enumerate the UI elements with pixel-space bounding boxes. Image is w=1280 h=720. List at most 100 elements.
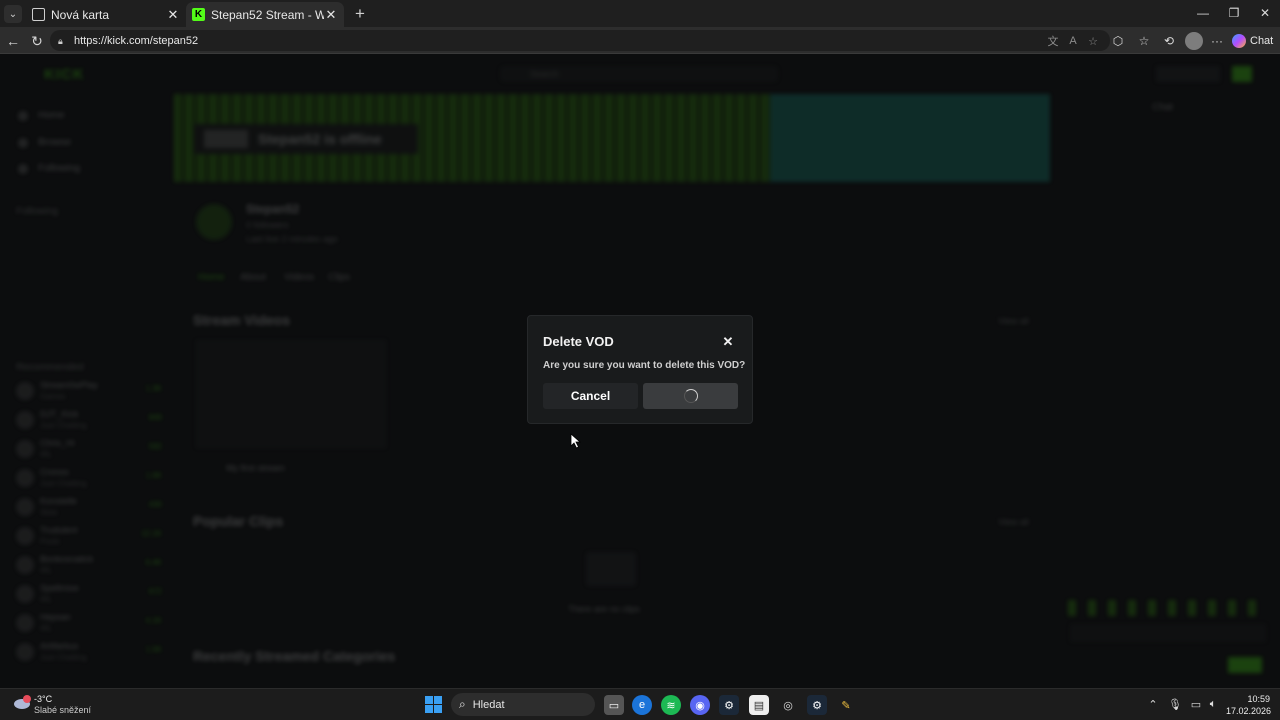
chat-emote-bar[interactable] bbox=[1068, 600, 1268, 616]
sidebar-channel-row[interactable]: Spellmixe IRL 672 bbox=[16, 583, 164, 607]
clock-time[interactable]: 10:59 bbox=[1240, 694, 1270, 704]
sidebar-channel-row[interactable]: Artifarbus Just Chatting 1.5K bbox=[16, 641, 164, 665]
view-all-videos-link[interactable]: View all bbox=[998, 316, 1029, 326]
kick-favicon-icon: K bbox=[192, 8, 205, 21]
browser-toolbar: ← ↻ 🔒︎ https://kick.com/stepan52 文 A ☆ ⬡… bbox=[0, 27, 1280, 54]
weather-temperature: -3°C bbox=[34, 694, 53, 704]
steam-icon[interactable]: ⚙ bbox=[719, 695, 739, 715]
vod-thumbnail[interactable] bbox=[196, 340, 386, 448]
sidebar-channel-row[interactable]: Konstelle Slots 430 bbox=[16, 496, 164, 520]
login-button[interactable] bbox=[1156, 66, 1220, 82]
sidebar-channel-row[interactable]: Cronos Just Chatting 1.6K bbox=[16, 467, 164, 491]
banner-art-right bbox=[770, 94, 1050, 182]
pen-tool-icon[interactable]: ✎ bbox=[836, 695, 856, 715]
close-tab-icon[interactable]: ✕ bbox=[166, 7, 180, 22]
following-header: Following bbox=[16, 206, 59, 217]
vod-title[interactable]: My first stream bbox=[226, 463, 285, 473]
close-tab-icon[interactable]: ✕ bbox=[324, 7, 338, 22]
delete-vod-dialog: Delete VOD ✕ Are you sure you want to de… bbox=[527, 315, 753, 424]
empty-clips-icon bbox=[586, 552, 636, 586]
url-text: https://kick.com/stepan52 bbox=[74, 34, 199, 47]
close-icon[interactable]: ✕ bbox=[720, 334, 736, 350]
channel-category: Slots bbox=[40, 508, 58, 517]
channel-name: Konstelle bbox=[40, 496, 78, 506]
steam-app-icon[interactable]: ⚙ bbox=[807, 695, 827, 715]
browser-tab-bar: ⌄ Nová karta ✕ K Stepan52 Stream - Watch… bbox=[0, 0, 1280, 27]
close-window-icon[interactable]: ✕ bbox=[1250, 4, 1280, 22]
sidebar-item-following[interactable]: Following bbox=[38, 163, 80, 174]
chat-message-input[interactable] bbox=[1070, 624, 1266, 642]
show-hidden-icons-chevron-up-icon[interactable]: ⌃ bbox=[1146, 697, 1160, 711]
more-options-icon[interactable]: ··· bbox=[1208, 32, 1226, 50]
channel-category: IRL bbox=[40, 595, 53, 604]
avatar bbox=[16, 469, 34, 487]
sidebar-channel-row[interactable]: DJT_Kick Just Chatting 849 bbox=[16, 409, 164, 433]
notepad-icon[interactable]: ▤ bbox=[749, 695, 769, 715]
history-icon[interactable]: ⟲ bbox=[1160, 32, 1178, 50]
stream-videos-title: Stream Videos bbox=[193, 312, 291, 328]
clock-date[interactable]: 17.02.2026 bbox=[1226, 706, 1271, 716]
channel-category: Just Chatting bbox=[40, 653, 87, 662]
copilot-icon bbox=[1232, 34, 1246, 48]
tab-actions-menu-icon[interactable]: ⌄ bbox=[4, 5, 22, 23]
back-arrow-icon[interactable]: ← bbox=[3, 31, 23, 51]
tab-home[interactable]: Home bbox=[198, 272, 225, 283]
tab-clips[interactable]: Clips bbox=[328, 272, 350, 283]
cancel-button[interactable]: Cancel bbox=[543, 383, 638, 409]
spotify-icon[interactable]: ≋ bbox=[661, 695, 681, 715]
favorite-star-icon[interactable]: ☆ bbox=[1085, 33, 1101, 49]
sidebar-item-browse[interactable]: Browse bbox=[38, 137, 71, 148]
new-tab-plus-icon[interactable]: + bbox=[351, 4, 369, 23]
favorites-icon[interactable]: ☆ bbox=[1135, 32, 1153, 50]
site-info-icon[interactable]: 🔒︎ bbox=[58, 36, 68, 46]
view-all-clips-link[interactable]: View all bbox=[998, 517, 1029, 527]
confirm-delete-button[interactable] bbox=[643, 383, 738, 409]
sidebar-channel-row[interactable]: Bonkosnatick IRL 6.4K bbox=[16, 554, 164, 578]
taskbar-search-box[interactable]: ⌕ Hledat bbox=[451, 693, 595, 716]
channel-name: Artifarbus bbox=[40, 641, 79, 651]
browse-icon bbox=[18, 138, 28, 148]
site-search-input[interactable]: Search bbox=[500, 66, 778, 82]
microphone-icon[interactable]: 🎙︎ bbox=[1168, 697, 1182, 711]
extensions-icon[interactable]: ⬡ bbox=[1109, 32, 1127, 50]
discord-icon[interactable]: ◉ bbox=[690, 695, 710, 715]
channel-avatar[interactable] bbox=[196, 204, 232, 240]
channel-name: Spellmixe bbox=[40, 583, 80, 593]
kick-logo[interactable]: KICK bbox=[44, 66, 85, 83]
edge-browser-icon[interactable]: e bbox=[632, 695, 652, 715]
windows-start-icon[interactable] bbox=[425, 696, 442, 713]
network-icon[interactable]: ▭ bbox=[1189, 697, 1203, 711]
copilot-chat-button[interactable]: Chat bbox=[1232, 31, 1276, 51]
translate-icon[interactable]: 文 bbox=[1045, 33, 1061, 49]
read-aloud-icon[interactable]: A bbox=[1065, 33, 1081, 49]
snow-weather-icon[interactable] bbox=[12, 695, 32, 713]
channel-name: DJT_Kick bbox=[40, 409, 79, 419]
taskbar-search-placeholder: Hledat bbox=[472, 698, 505, 711]
channel-category: Games bbox=[40, 392, 66, 401]
sidebar-channel-row[interactable]: Trudulent Pools 12.1K bbox=[16, 525, 164, 549]
sidebar-channel-row[interactable]: Hepsan IRL 4.1K bbox=[16, 612, 164, 636]
weather-description: Slabé sněžení bbox=[34, 705, 92, 715]
obs-studio-icon[interactable]: ◎ bbox=[778, 695, 798, 715]
sidebar-channel-row[interactable]: Stream0wPlay Games 1.3K bbox=[16, 380, 164, 404]
tab-kick-stream[interactable]: K Stepan52 Stream - Watch Live on Kick ✕ bbox=[186, 2, 344, 27]
tab-new-tab[interactable]: Nová karta ✕ bbox=[26, 2, 186, 27]
tab-about[interactable]: About bbox=[240, 272, 266, 283]
channel-name: Bonkosnatick bbox=[40, 554, 94, 564]
avatar bbox=[16, 382, 34, 400]
dialog-message: Are you sure you want to delete this VOD… bbox=[543, 360, 746, 371]
offline-badge bbox=[204, 130, 248, 148]
sidebar-item-home[interactable]: Home bbox=[38, 110, 65, 121]
viewer-count: 12.1K bbox=[141, 529, 162, 538]
task-view-icon[interactable]: ▭ bbox=[604, 695, 624, 715]
signup-button[interactable] bbox=[1232, 66, 1252, 82]
chat-send-button[interactable] bbox=[1228, 657, 1262, 673]
volume-icon[interactable]: 🔈︎ bbox=[1206, 697, 1220, 711]
address-bar[interactable]: 🔒︎ https://kick.com/stepan52 文 A ☆ bbox=[50, 30, 1110, 51]
sidebar-channel-row[interactable]: Chris_Hi IRL 592 bbox=[16, 438, 164, 462]
tab-videos[interactable]: Videos bbox=[284, 272, 314, 283]
refresh-icon[interactable]: ↻ bbox=[27, 31, 47, 51]
minimize-window-icon[interactable]: — bbox=[1188, 4, 1218, 22]
profile-avatar-icon[interactable] bbox=[1185, 32, 1203, 50]
restore-window-icon[interactable]: ❐ bbox=[1219, 4, 1249, 22]
